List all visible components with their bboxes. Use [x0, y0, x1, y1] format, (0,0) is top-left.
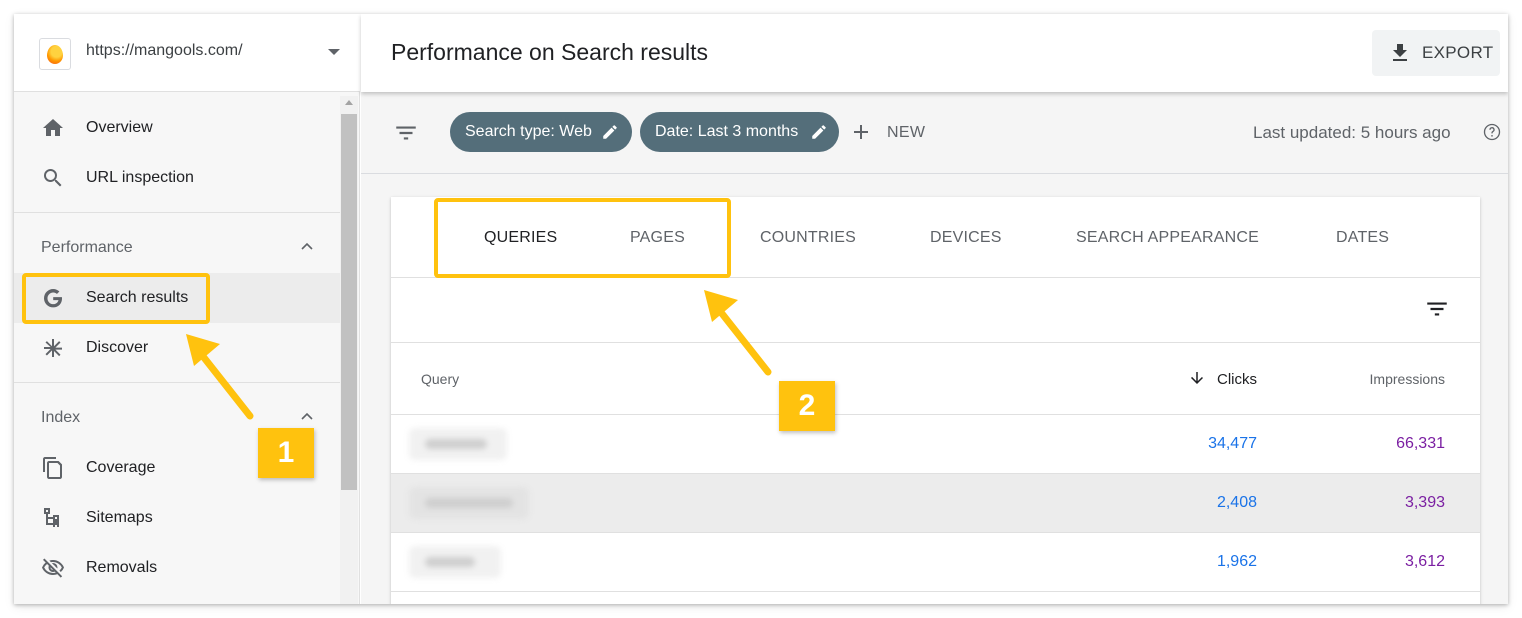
table-row[interactable]: 34,477 66,331 [391, 415, 1480, 474]
copy-icon [41, 456, 65, 480]
blurred-query [409, 487, 529, 519]
scrollbar-thumb[interactable] [341, 114, 357, 490]
highlight-search-results [22, 273, 210, 324]
arrow-down-icon [1191, 372, 1203, 384]
sidebar-item-label: Coverage [86, 459, 156, 476]
export-label: EXPORT [1422, 43, 1494, 62]
edit-icon[interactable] [601, 123, 619, 141]
date-range-chip[interactable]: Date: Last 3 months [640, 112, 839, 152]
table-toolbar [391, 278, 1480, 343]
sidebar-item-label: Sitemaps [86, 509, 153, 526]
page-header: Performance on Search results EXPORT [361, 14, 1508, 92]
home-icon [41, 116, 65, 140]
divider [14, 212, 340, 213]
sidebar-item-label: Discover [86, 339, 149, 356]
tab-countries[interactable]: COUNTRIES [760, 229, 856, 247]
clicks-value: 1,962 [1216, 553, 1257, 570]
scroll-up-icon[interactable] [345, 100, 353, 105]
column-header-query[interactable]: Query [421, 371, 459, 387]
sidebar-item-url-inspection[interactable]: URL inspection [14, 153, 340, 203]
tab-devices[interactable]: DEVICES [930, 229, 1002, 247]
blurred-query [409, 546, 501, 578]
new-label: NEW [887, 124, 926, 141]
impressions-value: 3,393 [1404, 494, 1445, 511]
sidebar-item-discover[interactable]: Discover [14, 323, 340, 373]
annotation-badge-2: 2 [779, 381, 835, 431]
sidebar-item-label: URL inspection [86, 169, 194, 186]
divider [14, 382, 340, 383]
chip-label: Date: Last 3 months [655, 123, 799, 140]
property-url: https://mangools.com/ [86, 42, 243, 59]
table-header: Query Clicks Impressions [391, 343, 1480, 415]
new-filter-button[interactable]: NEW [849, 120, 939, 146]
section-heading: Index [41, 409, 81, 426]
annotation-arrow-2 [704, 290, 772, 376]
annotation-badge-1: 1 [258, 428, 314, 478]
tab-search-appearance[interactable]: SEARCH APPEARANCE [1076, 229, 1259, 247]
blurred-query [409, 428, 507, 460]
search-icon [41, 166, 65, 190]
sidebar-item-overview[interactable]: Overview [14, 103, 340, 153]
sidebar-item-sitemaps[interactable]: Sitemaps [14, 493, 340, 543]
sidebar-scrollbar[interactable] [340, 96, 358, 604]
sidebar-item-label: Removals [86, 559, 158, 576]
section-heading: Performance [41, 239, 133, 256]
clicks-value: 2,408 [1216, 494, 1257, 511]
chevron-up-icon[interactable] [300, 239, 314, 253]
plus-icon [854, 125, 868, 139]
table-row[interactable]: 1,962 3,612 [391, 533, 1480, 592]
sidebar-item-label: Overview [86, 119, 153, 136]
filter-rows-icon[interactable] [1424, 296, 1450, 322]
site-logo [39, 38, 71, 70]
help-icon[interactable] [1482, 122, 1502, 142]
tab-dates[interactable]: DATES [1336, 229, 1389, 247]
impressions-value: 3,612 [1404, 553, 1445, 570]
property-selector[interactable]: https://mangools.com/ [14, 14, 360, 92]
filter-icon[interactable] [393, 120, 419, 146]
sidebar-item-removals[interactable]: Removals [14, 543, 340, 593]
clicks-value: 34,477 [1208, 435, 1257, 452]
column-header-clicks[interactable]: Clicks [1217, 371, 1257, 388]
table-row[interactable]: 2,408 3,393 [391, 474, 1480, 533]
eye-off-icon [41, 556, 65, 580]
page-title: Performance on Search results [391, 39, 709, 65]
section-performance[interactable]: Performance [14, 223, 340, 273]
last-updated-text: Last updated: 5 hours ago [1253, 123, 1451, 142]
impressions-value: 66,331 [1396, 435, 1445, 452]
download-icon [1393, 44, 1407, 61]
asterisk-icon [41, 336, 65, 360]
chip-label: Search type: Web [465, 123, 592, 140]
annotation-arrow-1 [186, 334, 254, 420]
export-button[interactable]: EXPORT [1372, 30, 1500, 76]
chevron-up-icon[interactable] [300, 409, 314, 423]
chevron-down-icon[interactable] [328, 49, 340, 55]
filter-bar: Search type: Web Date: Last 3 months NEW… [361, 92, 1508, 174]
sitemap-icon [41, 506, 65, 530]
main-content: Performance on Search results EXPORT Sea… [361, 14, 1508, 604]
search-type-chip[interactable]: Search type: Web [450, 112, 632, 152]
column-header-impressions[interactable]: Impressions [1370, 371, 1445, 387]
edit-icon[interactable] [810, 123, 828, 141]
highlight-queries-pages-tabs [434, 198, 731, 278]
